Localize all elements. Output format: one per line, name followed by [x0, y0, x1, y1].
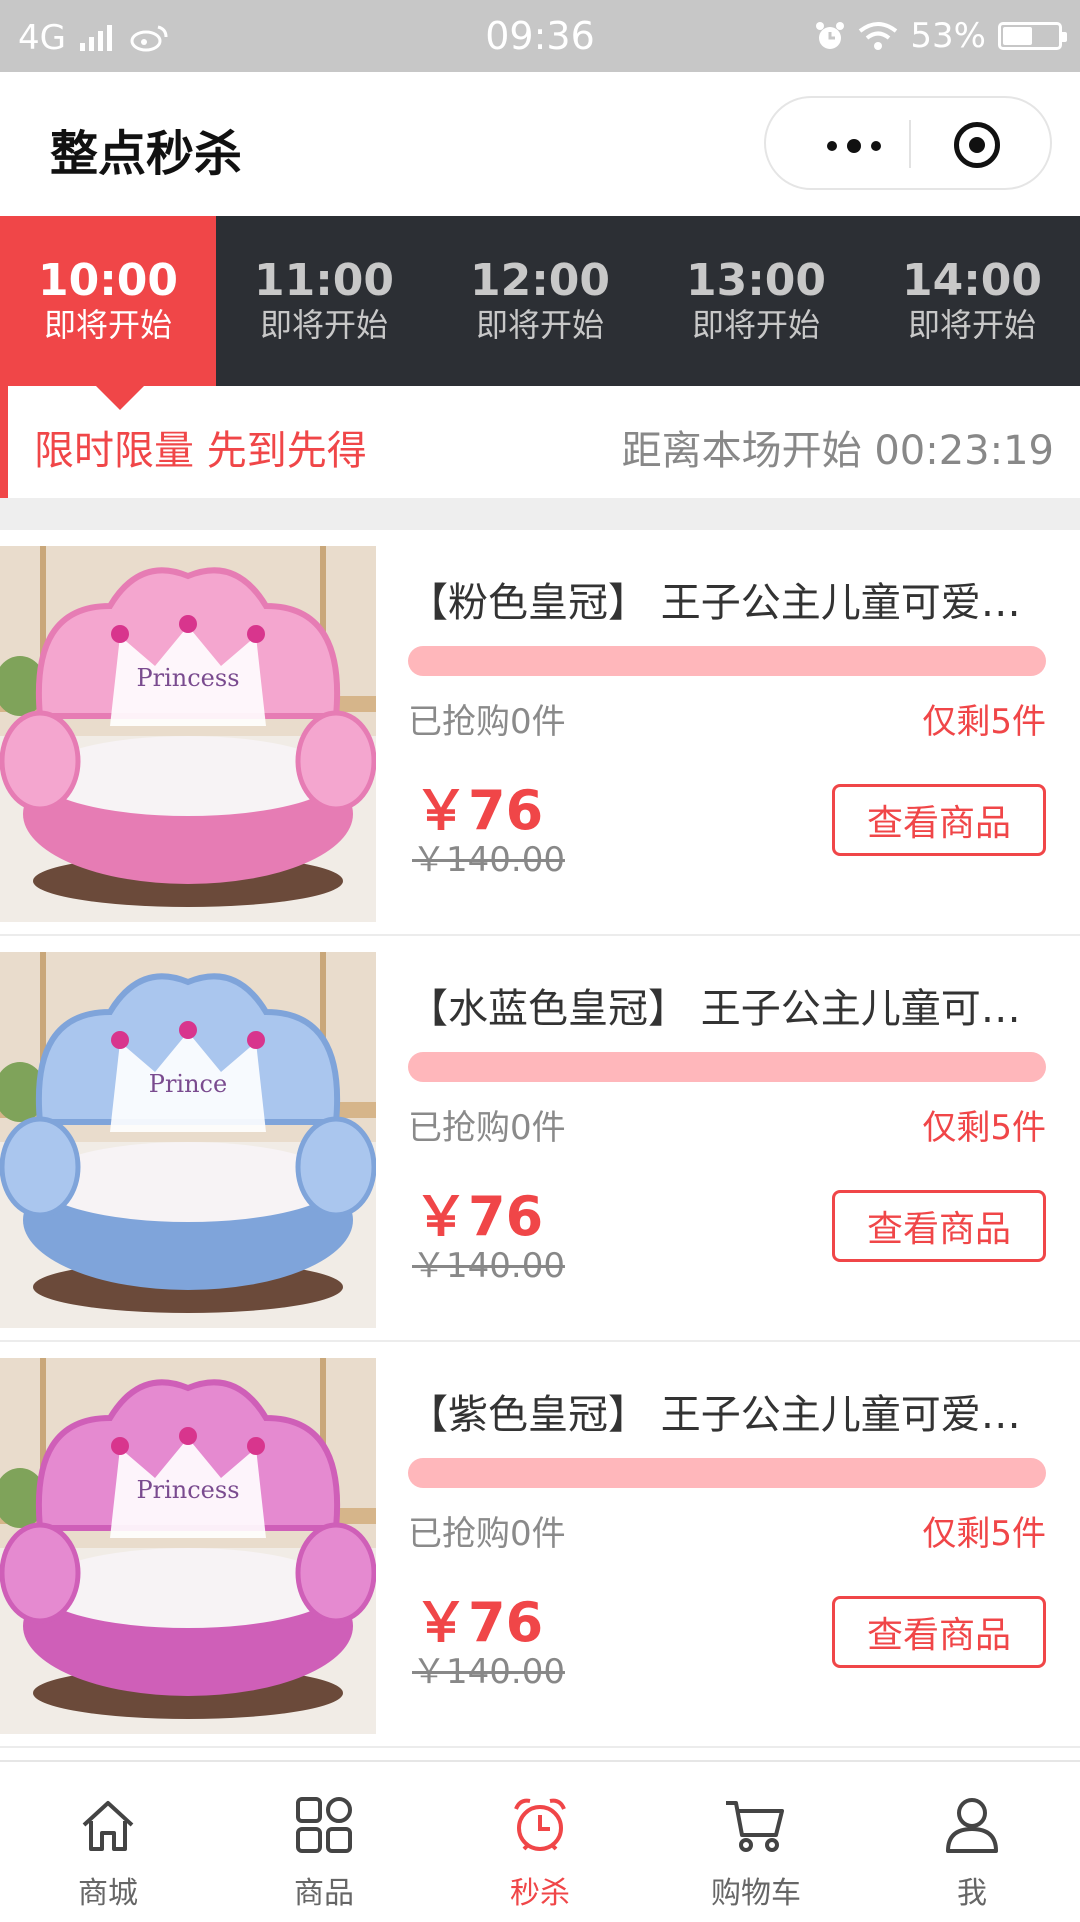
sale-progress-bar — [408, 1458, 1046, 1488]
bottom-tab-item[interactable]: 商城 — [0, 1762, 216, 1922]
product-card[interactable]: Princess 【紫色皇冠】 王子公主儿童可爱卡通懒人沙发已抢购0件 仅剩5件 ￥… — [0, 1342, 1080, 1748]
product-title[interactable]: 【粉色皇冠】 王子公主儿童可爱卡通懒人沙发 — [408, 570, 1048, 628]
tab-time-slot[interactable]: 13:00 即将开始 — [648, 216, 864, 386]
tab-time: 13:00 — [685, 255, 827, 306]
product-card[interactable]: Prince 【水蓝色皇冠】 王子公主儿童可爱卡通懒人沙发已抢购0件仅剩5件￥7… — [0, 936, 1080, 1342]
bottom-tab-label: 秒杀 — [510, 1876, 570, 1911]
tab-time-slot[interactable]: 14:00 即将开始 — [864, 216, 1080, 386]
grid-icon — [294, 1790, 354, 1860]
tab-status: 即将开始 — [43, 306, 172, 344]
tab-status: 即将开始 — [475, 306, 604, 344]
bottom-tab-item[interactable]: 我 — [864, 1762, 1080, 1922]
sold-count: 已抢购0件 — [408, 702, 566, 742]
svg-text:Prince: Prince — [149, 1070, 227, 1098]
more-dot — [827, 141, 837, 151]
bottom-tab-item[interactable]: 秒杀 — [432, 1762, 648, 1922]
tab-time: 10:00 — [37, 255, 179, 306]
tab-time-slot[interactable]: 12:00 即将开始 — [432, 216, 648, 386]
tab-status: 即将开始 — [691, 306, 820, 344]
wifi-icon — [859, 22, 898, 50]
notice-slogan: 限时限量 先到先得 — [34, 428, 367, 474]
sale-progress-bar — [408, 1052, 1046, 1082]
tab-status: 即将开始 — [259, 306, 388, 344]
flash-sale-notice: 限时限量 先到先得 距离本场开始 00:23:19 — [0, 386, 1080, 498]
status-right: 53% — [814, 16, 1067, 56]
status-bar: 4G 09:36 53% — [0, 0, 1080, 72]
alarm-clock-icon — [510, 1790, 570, 1860]
bottom-tab-item[interactable]: 商品 — [216, 1762, 432, 1922]
original-price: ￥140.00 — [412, 1652, 565, 1692]
bottom-tab-label: 商品 — [294, 1876, 354, 1911]
bottom-tab-bar: 商城 商品 秒杀 购物车 我 — [0, 1760, 1080, 1922]
bottom-tab-label: 商城 — [78, 1876, 138, 1911]
close-miniprogram-button[interactable] — [954, 122, 1000, 168]
more-dot — [871, 141, 881, 151]
page-title: 整点秒杀 — [50, 126, 243, 182]
bottom-tab-item[interactable]: 购物车 — [648, 1762, 864, 1922]
original-price: ￥140.00 — [412, 1246, 565, 1286]
alarm-icon — [816, 22, 845, 49]
remaining-count: 仅剩5件 — [922, 1514, 1046, 1554]
product-image: Princess — [0, 546, 376, 922]
view-product-button[interactable]: 查看商品 — [832, 784, 1046, 856]
countdown-label: 距离本场开始 — [621, 428, 862, 474]
product-list: Princess 【粉色皇冠】 王子公主儿童可爱卡通懒人沙发已抢购0件仅剩5件￥… — [0, 530, 1080, 1748]
remaining-count: 仅剩5件 — [922, 1108, 1046, 1148]
bottom-tab-label: 购物车 — [711, 1876, 801, 1911]
svg-text:Princess: Princess — [136, 1476, 239, 1504]
remaining-count: 仅剩5件 — [922, 702, 1046, 742]
original-price: ￥140.00 — [412, 840, 565, 880]
product-title[interactable]: 【水蓝色皇冠】 王子公主儿童可爱卡通懒人沙发 — [408, 976, 1048, 1034]
cart-icon — [724, 1790, 788, 1860]
product-thumbnail[interactable]: Princess — [0, 1358, 376, 1734]
more-button[interactable] — [804, 126, 904, 166]
tab-time-slot[interactable]: 10:00 即将开始 — [0, 216, 216, 410]
sold-count: 已抢购0件 — [408, 1108, 566, 1148]
product-thumbnail[interactable]: Prince — [0, 952, 376, 1328]
product-card[interactable]: Princess 【粉色皇冠】 王子公主儿童可爱卡通懒人沙发已抢购0件 仅剩5件 ￥… — [0, 530, 1080, 936]
countdown: 距离本场开始 00:23:19 — [622, 418, 1054, 476]
tab-time: 11:00 — [253, 255, 395, 306]
bottom-tab-label: 我 — [957, 1876, 987, 1911]
user-icon — [942, 1790, 1002, 1860]
battery-percent: 53% — [910, 16, 986, 56]
sale-progress-bar — [408, 646, 1046, 676]
tab-time-slot[interactable]: 11:00 即将开始 — [216, 216, 432, 386]
view-product-button[interactable]: 查看商品 — [832, 1596, 1046, 1668]
product-thumbnail[interactable]: Princess — [0, 546, 376, 922]
tab-time: 12:00 — [469, 255, 611, 306]
section-divider — [0, 498, 1080, 530]
more-dot — [847, 139, 861, 153]
top-navbar: 整点秒杀 — [0, 72, 1080, 216]
tab-status: 即将开始 — [907, 306, 1036, 344]
sold-count: 已抢购0件 — [408, 1514, 566, 1554]
product-image: Princess — [0, 1358, 376, 1734]
capsule-divider — [909, 120, 911, 168]
product-image: Prince — [0, 952, 376, 1328]
time-slot-tabs: 10:00 即将开始 11:00 即将开始 12:00 即将开始 13:00 即将开始 14:0… — [0, 216, 1080, 410]
battery-icon — [998, 22, 1067, 50]
capsule-menu — [764, 96, 1052, 190]
svg-text:Princess: Princess — [136, 664, 239, 692]
countdown-time: 00:23:19 — [874, 428, 1054, 474]
home-icon — [78, 1790, 138, 1860]
view-product-button[interactable]: 查看商品 — [832, 1190, 1046, 1262]
product-title[interactable]: 【紫色皇冠】 王子公主儿童可爱卡通懒人沙发 — [408, 1382, 1048, 1440]
tab-time: 14:00 — [901, 255, 1043, 306]
